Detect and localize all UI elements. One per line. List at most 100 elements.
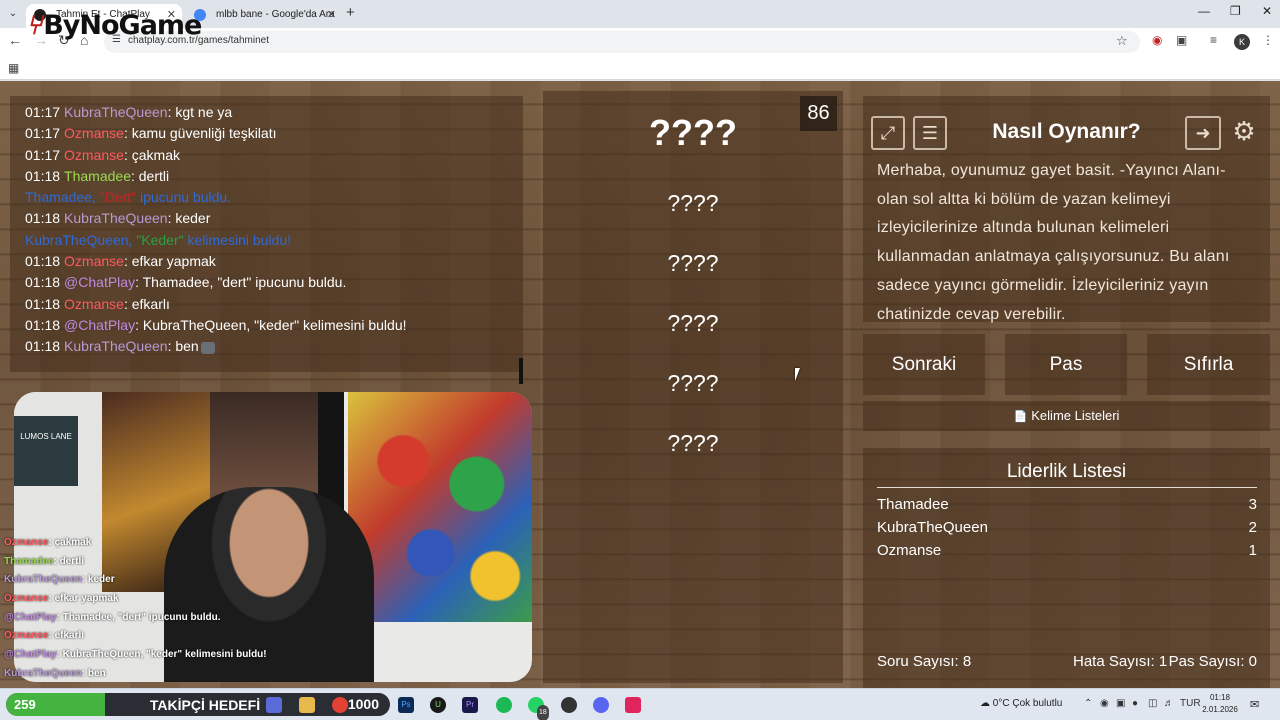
clock-time: 01:18 xyxy=(1209,693,1231,702)
chat-notice: Thamadee, "Dert" ipucunu buldu. xyxy=(25,189,232,206)
spotify-icon[interactable] xyxy=(496,697,512,713)
app-icon[interactable] xyxy=(625,697,641,713)
overlay-username: @ChatPlay xyxy=(4,649,57,661)
overlay-username: KubraTheQueen xyxy=(4,574,82,586)
system-clock[interactable]: 01:18 2.01.2026 xyxy=(1202,692,1238,716)
exit-icon[interactable]: ➜ xyxy=(1185,116,1221,150)
pass-button[interactable]: Pas xyxy=(1005,334,1127,395)
chat-message: 01:17 Ozmanse: çakmak xyxy=(25,146,180,163)
chat-message: 01:18 Thamadee: dertli xyxy=(25,167,170,184)
tab-search-icon[interactable]: ⌄ xyxy=(4,5,22,23)
mouse-cursor-icon xyxy=(795,368,804,381)
chat-username: Thamadee xyxy=(64,167,131,184)
overlay-username: Thamadee xyxy=(4,555,54,567)
follower-target: 1000 xyxy=(344,696,382,712)
forbidden-word: ???? xyxy=(667,310,719,336)
upwork-icon[interactable]: U xyxy=(430,697,446,713)
chat-scrollbar[interactable] xyxy=(519,358,523,384)
comics-poster xyxy=(348,392,532,622)
overlay-username: Ozmanse xyxy=(4,537,49,548)
cloud-icon: ☁ xyxy=(980,698,990,709)
premiere-icon[interactable]: Pr xyxy=(462,697,478,713)
obs-icon[interactable] xyxy=(561,697,577,713)
profile-avatar[interactable]: K xyxy=(1234,34,1250,50)
restore-icon[interactable]: ❐ xyxy=(1230,4,1241,18)
overlay-chat-line: KubraTheQueen: keder xyxy=(4,574,115,586)
chat-message: 01:18 @ChatPlay: Thamadee, "dert" ipucunu… xyxy=(25,274,347,291)
target-word: ???? xyxy=(649,112,737,153)
tab-google-search[interactable]: mlbb bane - Google'da Ara ✕ xyxy=(186,4,342,28)
chat-username: KubraTheQueen xyxy=(64,338,168,355)
media-control-icon[interactable]: ≡ xyxy=(1210,33,1217,47)
forbidden-word: ???? xyxy=(667,190,719,216)
discord-icon[interactable] xyxy=(593,697,609,713)
chat-username: Ozmanse xyxy=(64,125,124,142)
overlay-chat-line: Thamadee: dertli xyxy=(4,555,85,567)
url-field[interactable]: ☰ chatplay.com.tr/games/tahminet ☆ xyxy=(104,31,1140,53)
new-tab-button[interactable]: + xyxy=(346,4,355,21)
notification-icon[interactable]: ✉ xyxy=(1250,698,1259,711)
bookmark-star-icon[interactable]: ☆ xyxy=(1116,33,1128,49)
network-icon[interactable]: ◫ xyxy=(1148,698,1157,709)
tray-overflow-icon[interactable]: ⌃ xyxy=(1084,698,1092,709)
overlay-username: @ChatPlay xyxy=(4,611,57,623)
chat-message: 01:18 Ozmanse: efkar yapmak xyxy=(25,253,216,270)
tray-app-icon[interactable]: ▣ xyxy=(1116,698,1125,709)
chat-username: @ChatPlay xyxy=(64,274,136,291)
next-button[interactable]: Sonraki xyxy=(863,334,985,395)
close-tab-icon[interactable]: ✕ xyxy=(327,4,336,26)
overlay-chat-line: Ozmanse: efkarlı xyxy=(4,630,85,642)
minimize-icon[interactable]: — xyxy=(1198,4,1210,18)
menu-kebab-icon[interactable]: ⋮ xyxy=(1262,33,1274,47)
copilot-icon[interactable] xyxy=(266,697,282,713)
file-explorer-icon[interactable] xyxy=(299,697,315,713)
chat-message: 01:18 Ozmanse: efkarlı xyxy=(25,295,170,312)
chrome-icon[interactable] xyxy=(332,697,348,713)
chat-message: 01:18 @ChatPlay: KubraTheQueen, "keder" k… xyxy=(25,316,407,333)
apps-grid-icon[interactable]: ▦ xyxy=(8,61,19,75)
overlay-username: Ozmanse xyxy=(4,593,49,605)
microphone-icon[interactable]: ● xyxy=(1132,698,1138,709)
tray-app-icon[interactable]: ◉ xyxy=(1100,698,1109,709)
word-lists-button[interactable]: 📄 Kelime Listeleri xyxy=(863,401,1270,431)
extensions-puzzle-icon[interactable]: ▣ xyxy=(1176,33,1187,47)
close-window-icon[interactable]: ✕ xyxy=(1262,4,1272,18)
chat-panel: 01:17 KubraTheQueen: kgt ne ya 01:17 Ozman… xyxy=(10,96,523,384)
weather-widget[interactable]: ☁ 0°C Çok bulutlu xyxy=(980,698,1062,709)
document-icon: 📄 xyxy=(1013,411,1028,423)
whatsapp-icon[interactable]: 18 xyxy=(528,697,549,720)
bookmarks-bar: ▦ xyxy=(0,56,1280,80)
forbidden-word: ???? xyxy=(667,250,719,276)
leaderboard-row: KubraTheQueen 2 xyxy=(877,519,1257,536)
bynogame-watermark-logo: ⑂ByNoGame xyxy=(26,10,202,41)
windows-taskbar: 259 TAKİPÇİ HEDEFİ 1000 Ps U Pr 18 ☁ 0°C… xyxy=(0,688,1280,720)
photoshop-icon[interactable]: Ps xyxy=(398,697,414,713)
divider xyxy=(877,487,1257,488)
chat-message: 01:18 KubraTheQueen: ben xyxy=(25,336,523,357)
input-language[interactable]: TUR xyxy=(1180,698,1201,709)
overlay-chat-line: @ChatPlay: Thamadee, "dert" ipucunu buld… xyxy=(4,611,221,623)
lumos-lane-poster: LUMOS LANE xyxy=(14,416,78,486)
overlay-username: KubraTheQueen xyxy=(4,667,82,679)
tab-title: mlbb bane - Google'da Ara xyxy=(216,9,335,20)
speaker-icon[interactable]: ♬ xyxy=(1164,698,1174,709)
reset-button[interactable]: Sıfırla xyxy=(1147,334,1270,395)
clock-date: 2.01.2026 xyxy=(1202,705,1238,714)
emote-icon xyxy=(200,341,215,354)
leaderboard-panel: Liderlik Listesi Thamadee 3 KubraTheQueen… xyxy=(863,448,1270,688)
settings-gear-icon[interactable]: ⚙ xyxy=(1227,116,1261,150)
follower-count: 259 xyxy=(14,697,36,712)
chat-notice: KubraTheQueen, "Keder" kelimesini buldu! xyxy=(25,231,291,248)
overlay-chat-line: Ozmanse: efkar yapmak xyxy=(4,593,119,605)
word-lists-label: Kelime Listeleri xyxy=(1031,408,1120,423)
question-count: Soru Sayısı: 8 xyxy=(877,653,972,670)
forbidden-word: ???? xyxy=(667,430,719,456)
leaderboard-title: Liderlik Listesi xyxy=(1006,461,1127,482)
chat-username: Ozmanse xyxy=(64,146,124,163)
chat-message: 01:17 KubraTheQueen: kgt ne ya xyxy=(25,104,233,120)
chat-username: Ozmanse xyxy=(64,295,124,312)
how-to-play-panel: ⤢ ☰ Nasıl Oynanır? ➜ ⚙ Merhaba, oyunumuz… xyxy=(863,96,1270,323)
extension-icon[interactable]: ◉ xyxy=(1152,33,1162,47)
back-icon[interactable]: ← xyxy=(8,32,22,48)
chat-username: KubraTheQueen xyxy=(64,104,168,120)
